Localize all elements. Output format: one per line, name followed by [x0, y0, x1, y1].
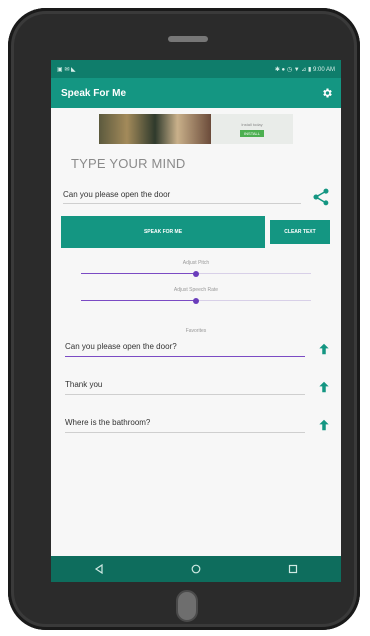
- status-system-info: ✱ ● ◷ ▼ ⊿ ▮ 9:00 AM: [274, 66, 335, 73]
- message-input-row: Can you please open the door: [63, 187, 331, 207]
- page-heading: TYPE YOUR MIND: [71, 156, 186, 171]
- speak-button[interactable]: SPEAK FOR ME: [61, 216, 265, 248]
- clear-text-button[interactable]: CLEAR TEXT: [270, 220, 330, 244]
- favorite-text[interactable]: Can you please open the door?: [65, 342, 305, 357]
- app-title: Speak For Me: [61, 87, 127, 99]
- hardware-home-button[interactable]: [176, 590, 198, 622]
- ad-text-block: Install today INSTALL: [211, 122, 293, 137]
- gear-icon[interactable]: [321, 87, 333, 99]
- home-icon[interactable]: [191, 564, 201, 574]
- tablet-device-frame: ▣ ✉ ◣ ✱ ● ◷ ▼ ⊿ ▮ 9:00 AM Speak For Me I…: [8, 8, 360, 630]
- arrow-up-icon[interactable]: [317, 379, 331, 395]
- pitch-slider-label: Adjust Pitch: [182, 260, 210, 266]
- ad-install-button[interactable]: INSTALL: [240, 129, 264, 137]
- favorite-text[interactable]: Where is the bathroom?: [65, 418, 305, 433]
- recent-apps-icon[interactable]: [288, 564, 298, 574]
- slider-fill: [81, 300, 196, 301]
- ad-line: Install today: [241, 121, 263, 127]
- pitch-slider[interactable]: [81, 271, 311, 277]
- ad-image: [99, 114, 211, 144]
- arrow-up-icon[interactable]: [317, 417, 331, 433]
- action-buttons: SPEAK FOR ME CLEAR TEXT: [61, 216, 333, 248]
- arrow-up-icon[interactable]: [317, 341, 331, 357]
- favorite-item[interactable]: Can you please open the door?: [65, 334, 331, 364]
- message-input[interactable]: Can you please open the door: [63, 190, 301, 204]
- system-nav-bar: [51, 556, 341, 582]
- favorite-item[interactable]: Where is the bathroom?: [65, 410, 331, 440]
- status-notification-icons: ▣ ✉ ◣: [57, 66, 76, 73]
- back-icon[interactable]: [94, 564, 104, 574]
- slider-fill: [81, 273, 196, 274]
- slider-thumb[interactable]: [193, 298, 199, 304]
- speaker-grille: [168, 36, 208, 42]
- slider-thumb[interactable]: [193, 271, 199, 277]
- favorite-item[interactable]: Thank you: [65, 372, 331, 402]
- speech-rate-slider-label: Adjust Speech Rate: [173, 287, 219, 293]
- share-icon[interactable]: [311, 187, 331, 207]
- device-screen: ▣ ✉ ◣ ✱ ● ◷ ▼ ⊿ ▮ 9:00 AM Speak For Me I…: [51, 60, 341, 582]
- speech-rate-slider[interactable]: [81, 298, 311, 304]
- app-bar: Speak For Me: [51, 78, 341, 108]
- favorite-text[interactable]: Thank you: [65, 380, 305, 395]
- status-bar: ▣ ✉ ◣ ✱ ● ◷ ▼ ⊿ ▮ 9:00 AM: [51, 60, 341, 78]
- ad-banner[interactable]: Install today INSTALL: [99, 114, 293, 144]
